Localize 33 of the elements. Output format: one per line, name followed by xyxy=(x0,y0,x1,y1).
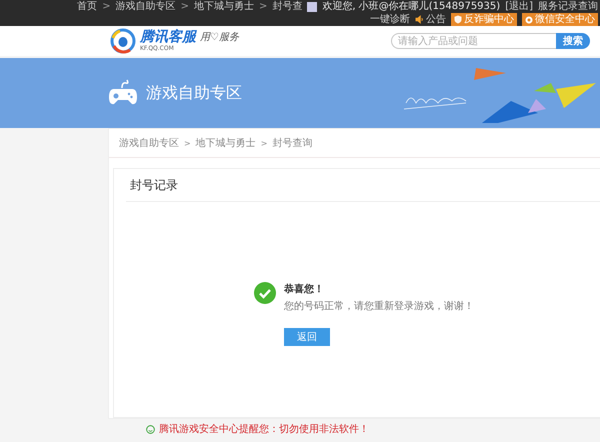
slogan: 用♡服务 xyxy=(200,31,239,44)
gamepad-icon xyxy=(108,79,138,107)
shield-icon xyxy=(454,15,462,24)
separator: > xyxy=(102,0,111,13)
safety-notice: 腾讯游戏安全中心提醒您：切勿使用非法软件！ xyxy=(159,422,369,436)
welcome-text: 欢迎您, 小班@你在哪儿(1548975935) xyxy=(322,0,500,13)
top-link[interactable]: 公告 xyxy=(415,13,446,26)
badge-icon xyxy=(525,16,533,24)
separator: > xyxy=(260,138,268,148)
banner-title: 游戏自助专区 xyxy=(146,82,242,104)
speaker-icon xyxy=(415,15,424,24)
top-breadcrumb-link[interactable]: 封号查 xyxy=(272,0,302,13)
logout-link[interactable]: [退出] xyxy=(505,0,533,13)
logo-icon xyxy=(110,28,136,54)
avatar xyxy=(307,2,318,12)
result-message: 您的号码正常，请您重新登录游戏，谢谢！ xyxy=(284,300,474,313)
search-field[interactable]: 请输入产品或问题 xyxy=(391,33,556,49)
breadcrumb-link[interactable]: 封号查询 xyxy=(272,136,312,150)
top-breadcrumb-link[interactable]: 地下城与勇士 xyxy=(194,0,254,13)
smiley-icon xyxy=(146,424,155,434)
top-link[interactable]: 一键诊断 xyxy=(370,13,410,26)
separator: > xyxy=(180,0,189,13)
logo-title: 腾讯客服 xyxy=(140,30,196,45)
breadcrumb-link[interactable]: 游戏自助专区 xyxy=(119,136,179,150)
top-breadcrumb-link[interactable]: 首页 xyxy=(77,0,98,13)
card-title: 封号记录 xyxy=(126,169,600,202)
separator: > xyxy=(184,138,191,148)
separator: > xyxy=(259,0,268,13)
check-icon xyxy=(254,282,276,304)
breadcrumb-link[interactable]: 地下城与勇士 xyxy=(196,136,256,150)
result-heading: 恭喜您！ xyxy=(284,282,325,296)
top-breadcrumb-link[interactable]: 游戏自助专区 xyxy=(116,0,176,13)
top-link[interactable]: 服务记录查询 xyxy=(538,0,598,13)
